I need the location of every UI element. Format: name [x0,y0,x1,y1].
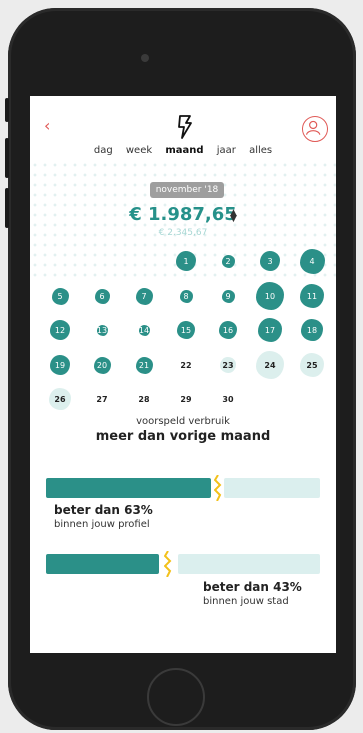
calendar-day-label: 17 [264,325,276,335]
city-comparison-bar-rest [178,554,320,574]
city-comparison-title: beter dan 43% [203,580,302,594]
calendar-day-12[interactable]: 12 [47,317,73,343]
calendar-day-21[interactable]: 21 [131,352,157,378]
previous-amount: € 2.345,67 [158,228,208,238]
calendar-day-label: 18 [306,325,318,335]
calendar-day-8[interactable]: 8 [173,283,199,309]
profile-comparison-subtitle: binnen jouw profiel [54,519,150,530]
calendar-day-label: 20 [96,360,108,370]
volume-down-button [5,188,9,228]
calendar-day-label: 22 [180,360,192,370]
calendar-day-26[interactable]: 26 [47,386,73,412]
calendar-day-22[interactable]: 22 [173,352,199,378]
calendar-day-label: 9 [225,291,231,301]
calendar-day-6[interactable]: 6 [89,283,115,309]
calendar-day-29[interactable]: 29 [173,386,199,412]
calendar-day-label: 25 [306,360,318,370]
calendar-day-9[interactable]: 9 [215,283,241,309]
prediction-value: meer dan vorige maand [95,429,271,444]
calendar-day-7[interactable]: 7 [131,283,157,309]
calendar-day-label: 19 [54,360,66,370]
user-icon[interactable] [302,116,328,142]
calendar-day-27[interactable]: 27 [89,386,115,412]
calendar-day-label: 13 [96,325,108,335]
calendar-day-11[interactable]: 11 [299,283,325,309]
home-button[interactable] [147,668,205,726]
calendar-day-30[interactable]: 30 [215,386,241,412]
calendar-day-label: 8 [183,291,189,301]
calendar-day-label: 12 [54,325,66,335]
period-badge[interactable]: november '18 [150,182,224,198]
calendar-day-16[interactable]: 16 [215,317,241,343]
calendar-day-20[interactable]: 20 [89,352,115,378]
total-amount: € 1.987,65 [129,204,237,225]
city-comparison-bar-fill [46,554,159,574]
calendar-day-24[interactable]: 24 [256,351,284,379]
tab-maand[interactable]: maand [165,145,203,156]
calendar-day-label: 24 [264,360,276,370]
calendar-day-25[interactable]: 25 [299,352,325,378]
calendar-day-label: 5 [57,291,63,301]
calendar-day-3[interactable]: 3 [257,248,283,274]
calendar-day-label: 4 [309,256,315,266]
calendar-day-14[interactable]: 14 [131,317,157,343]
calendar-day-5[interactable]: 5 [47,283,73,309]
profile-comparison-bar-fill [46,478,211,498]
calendar-day-label: 21 [138,360,150,370]
tab-jaar[interactable]: jaar [217,145,236,156]
profile-comparison-title: beter dan 63% [54,503,153,517]
calendar-day-1[interactable]: 1 [173,248,199,274]
prediction-label: voorspeld verbruik [136,416,230,427]
calendar-day-label: 23 [222,360,234,370]
tab-dag[interactable]: dag [94,145,113,156]
calendar-day-4[interactable]: 4 [299,248,325,274]
calendar-day-23[interactable]: 23 [215,352,241,378]
zigzag-marker [214,475,222,501]
calendar-day-15[interactable]: 15 [173,317,199,343]
calendar-day-28[interactable]: 28 [131,386,157,412]
calendar-day-label: 3 [267,256,273,266]
zigzag-marker [164,551,172,577]
calendar-day-label: 2 [225,256,231,266]
sort-arrows-icon[interactable]: ▲ ▼ [230,209,237,224]
calendar-day-2[interactable]: 2 [215,248,241,274]
mute-switch [5,98,9,122]
volume-up-button [5,138,9,178]
calendar-day-10[interactable]: 10 [256,282,284,310]
calendar-day-label: 28 [138,394,150,404]
tab-alles[interactable]: alles [249,145,272,156]
calendar-day-19[interactable]: 19 [47,352,73,378]
front-camera [141,54,149,62]
calendar-day-label: 10 [264,291,276,301]
calendar-day-label: 27 [96,394,108,404]
calendar-day-label: 14 [138,325,150,335]
lightning-icon [178,115,192,139]
calendar-day-label: 30 [222,394,234,404]
calendar-day-18[interactable]: 18 [299,317,325,343]
calendar-day-label: 29 [180,394,192,404]
tab-week[interactable]: week [126,145,152,156]
calendar-day-label: 26 [54,394,66,404]
calendar-day-17[interactable]: 17 [257,317,283,343]
profile-comparison-bar-rest [224,478,320,498]
app-screen: ‹ dag week maand jaar alles november '18… [30,96,336,653]
calendar-day-label: 11 [306,291,318,301]
calendar-day-label: 15 [180,325,192,335]
calendar-day-label: 7 [141,291,147,301]
calendar-day-label: 16 [222,325,234,335]
city-comparison-subtitle: binnen jouw stad [203,596,289,607]
calendar-day-13[interactable]: 13 [89,317,115,343]
calendar-day-label: 6 [99,291,105,301]
period-tabs: dag week maand jaar alles [30,145,336,156]
calendar-day-label: 1 [183,256,189,266]
chevron-left-icon[interactable]: ‹ [44,118,50,134]
